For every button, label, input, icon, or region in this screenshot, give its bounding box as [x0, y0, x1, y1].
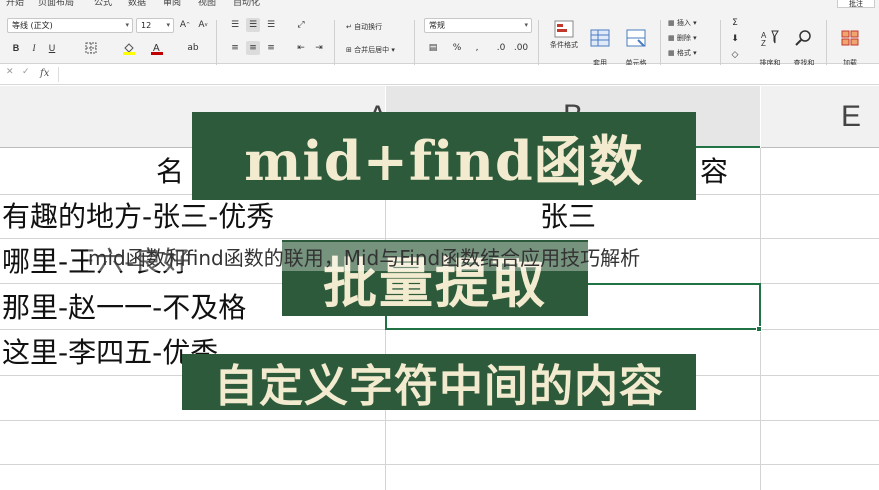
- tab-review[interactable]: 审阅: [163, 0, 181, 8]
- table-format-icon: [590, 29, 610, 47]
- search-icon: [795, 30, 811, 46]
- tab-automate[interactable]: 自动化: [233, 0, 260, 8]
- font-color-a-icon: A: [151, 43, 163, 55]
- fx-icon[interactable]: fx: [40, 68, 49, 79]
- decrease-font-icon[interactable]: Av: [196, 18, 210, 32]
- format-label: 格式: [676, 49, 691, 57]
- tab-view[interactable]: 视图: [198, 0, 216, 8]
- column-e-label: E: [840, 99, 861, 133]
- font-name-select[interactable]: 等线 (正文) ▾: [7, 18, 133, 33]
- delete-cells-button[interactable]: ▦ 删除 ▾: [668, 33, 697, 43]
- insert-cells-button[interactable]: ▦ 插入 ▾: [668, 18, 697, 28]
- chevron-down-icon: ▾: [524, 21, 528, 29]
- number-format-value: 常规: [429, 21, 445, 30]
- number-format-select[interactable]: 常规 ▾: [424, 18, 532, 33]
- grid-line: [0, 420, 879, 421]
- ribbon-divider: [720, 20, 721, 68]
- tab-page-layout[interactable]: 页面布局: [38, 0, 74, 8]
- cell-styles-icon: [626, 29, 646, 47]
- paint-bucket-icon: [123, 43, 135, 55]
- table-row-3-col-a[interactable]: 那里-赵一一-不及格: [2, 294, 246, 322]
- comments-button[interactable]: 批注: [837, 0, 875, 8]
- align-center-icon[interactable]: ≡: [246, 41, 260, 55]
- addins-icon: [841, 30, 859, 46]
- cell-header-b[interactable]: 容: [700, 158, 728, 186]
- cancel-icon[interactable]: ✕: [6, 67, 14, 77]
- column-header-e[interactable]: E: [761, 86, 879, 148]
- underline-button[interactable]: U: [45, 41, 59, 55]
- fill-handle[interactable]: [756, 326, 762, 332]
- ribbon-divider: [538, 20, 539, 68]
- chevron-down-icon: ▾: [166, 21, 170, 29]
- ribbon: 等线 (正文) ▾ 12 ▾ A ^ Av B I U A ab ☰ ☰ ☰ ⤢ ≡ …: [0, 8, 879, 76]
- bottom-banner: 自定义字符中间的内容: [182, 354, 696, 412]
- cell-header-a[interactable]: 名: [156, 158, 184, 186]
- comma-style-icon[interactable]: ,: [470, 41, 484, 55]
- clear-icon[interactable]: ◇: [728, 48, 742, 62]
- tab-formulas[interactable]: 公式: [94, 0, 112, 8]
- table-row-1-col-b[interactable]: 张三: [540, 203, 596, 231]
- chevron-down-icon: ▾: [125, 21, 129, 29]
- align-left-icon[interactable]: ≡: [228, 41, 242, 55]
- align-middle-icon[interactable]: ☰: [246, 18, 260, 32]
- tab-home[interactable]: 开始: [6, 0, 24, 8]
- ribbon-divider: [826, 20, 827, 68]
- font-size-select[interactable]: 12 ▾: [136, 18, 174, 33]
- formula-bar: ✕ ✓ fx: [0, 65, 879, 85]
- conditional-format-button[interactable]: 条件格式: [544, 20, 584, 50]
- font-name-value: 等线 (正文): [12, 21, 53, 30]
- grid-line: [0, 464, 879, 465]
- font-size-value: 12: [141, 21, 152, 30]
- decrease-indent-icon[interactable]: ⇤: [294, 41, 308, 55]
- percent-icon[interactable]: %: [450, 41, 464, 55]
- svg-text:Z: Z: [761, 39, 766, 47]
- decrease-decimal-icon[interactable]: .00: [514, 41, 528, 55]
- fill-color-icon[interactable]: [122, 41, 136, 55]
- caption-text: mid函数和find函数的联用，Mid与Find函数结合应用技巧解析: [88, 242, 641, 271]
- fill-down-icon[interactable]: ⬇: [728, 32, 742, 46]
- ribbon-divider: [660, 20, 661, 68]
- phonetic-icon[interactable]: ab: [186, 41, 200, 55]
- align-bottom-icon[interactable]: ☰: [264, 18, 278, 32]
- merge-center-button[interactable]: ⊞ 合并后居中 ▾: [346, 45, 395, 55]
- merge-center-label: 合并后居中: [354, 46, 390, 54]
- insert-label: 插入: [676, 19, 691, 27]
- italic-button[interactable]: I: [27, 41, 41, 55]
- increase-decimal-icon[interactable]: .0: [494, 41, 508, 55]
- wrap-text-label: 自动换行: [354, 23, 383, 31]
- accounting-icon[interactable]: ▤: [426, 41, 440, 55]
- menu-bar: 开始 页面布局 公式 数据 审阅 视图 自动化: [0, 0, 879, 8]
- confirm-icon[interactable]: ✓: [22, 67, 30, 77]
- formula-input[interactable]: [58, 67, 873, 82]
- borders-icon[interactable]: [84, 41, 98, 55]
- borders-icon-svg: [85, 42, 97, 54]
- sort-filter-icon: AZ: [761, 30, 779, 47]
- format-cells-button[interactable]: ▦ 格式 ▾: [668, 48, 697, 58]
- ribbon-divider: [414, 20, 415, 68]
- increase-indent-icon[interactable]: ⇥: [312, 41, 326, 55]
- conditional-format-label: 条件格式: [550, 41, 578, 49]
- font-color-icon[interactable]: A: [150, 41, 164, 55]
- wrap-text-button[interactable]: ↵ 自动换行: [346, 22, 382, 32]
- title-banner: mid+find函数: [192, 112, 696, 200]
- autosum-icon[interactable]: Σ: [728, 16, 742, 30]
- increase-font-icon[interactable]: A ^: [178, 18, 192, 32]
- conditional-format-icon: [554, 20, 574, 38]
- ribbon-divider: [334, 20, 335, 68]
- align-top-icon[interactable]: ☰: [228, 18, 242, 32]
- table-row-1-col-a[interactable]: 有趣的地方-张三-优秀: [2, 203, 274, 231]
- bold-button[interactable]: B: [9, 41, 23, 55]
- orientation-icon[interactable]: ⤢: [294, 18, 308, 32]
- delete-label: 删除: [676, 34, 691, 42]
- tab-data[interactable]: 数据: [128, 0, 146, 8]
- align-right-icon[interactable]: ≡: [264, 41, 278, 55]
- ribbon-divider: [216, 20, 217, 68]
